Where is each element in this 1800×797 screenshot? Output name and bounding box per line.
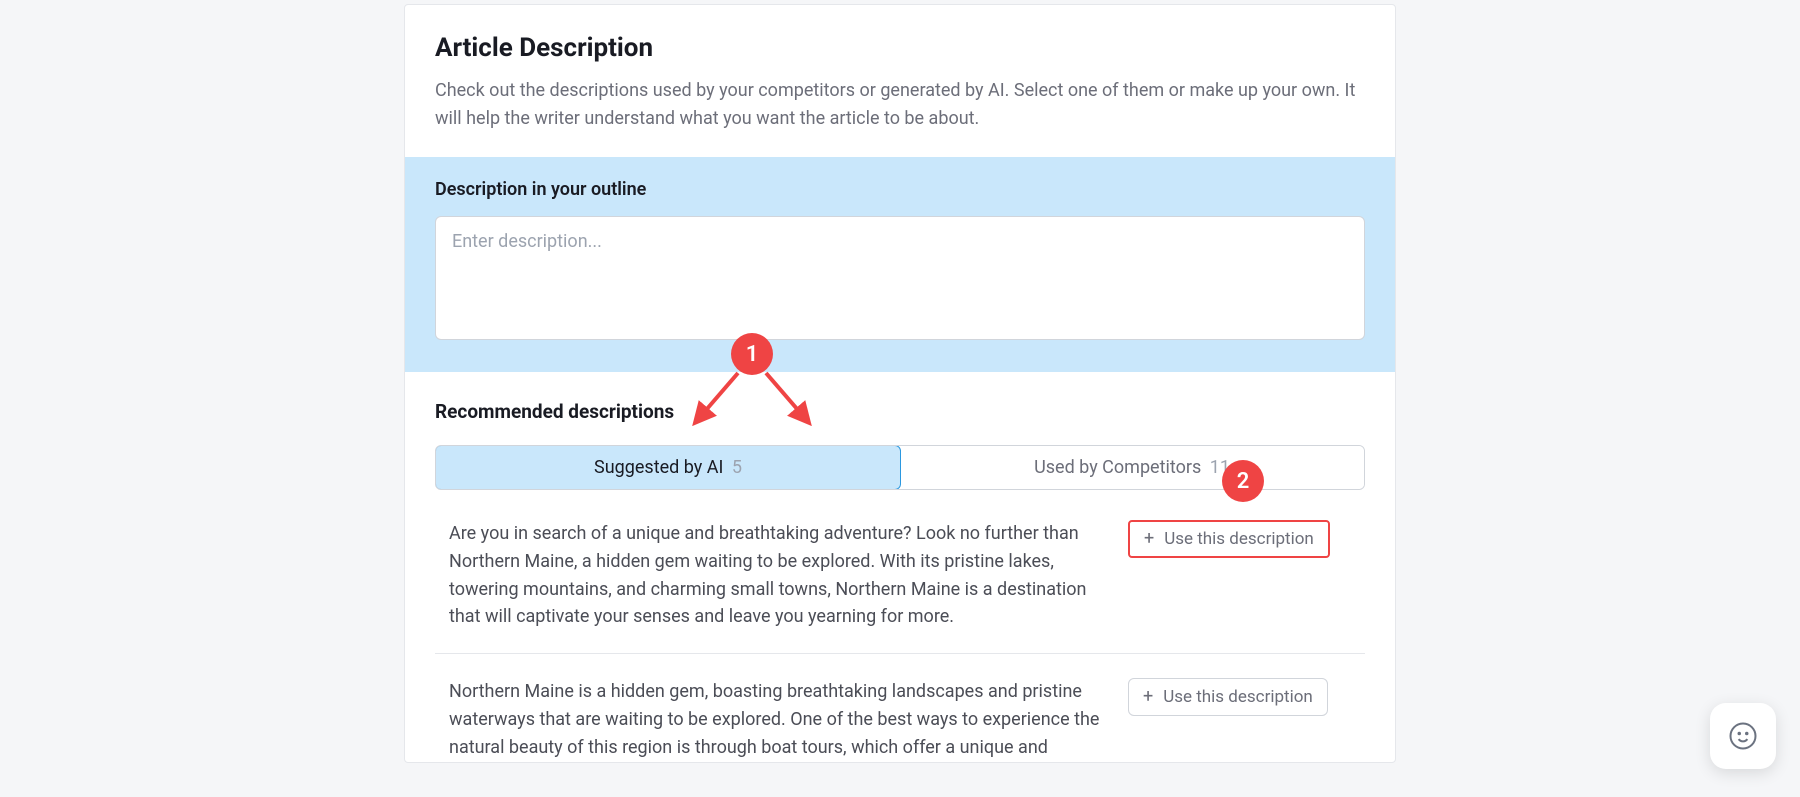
description-text: Are you in search of a unique and breath…	[449, 520, 1104, 632]
page-subtitle: Check out the descriptions used by your …	[435, 77, 1365, 133]
outline-description-section: Description in your outline	[405, 157, 1395, 372]
description-text: Northern Maine is a hidden gem, boasting…	[449, 678, 1104, 762]
page-title: Article Description	[435, 33, 1365, 63]
description-source-tabs: Suggested by AI 5 Used by Competitors 11	[435, 445, 1365, 490]
outline-label: Description in your outline	[435, 179, 1365, 200]
smiley-icon	[1728, 721, 1758, 751]
tab-label: Suggested by AI	[594, 457, 723, 478]
tab-count: 5	[732, 457, 742, 478]
tab-used-by-competitors[interactable]: Used by Competitors 11	[900, 446, 1364, 489]
description-row: Are you in search of a unique and breath…	[435, 520, 1365, 655]
plus-icon: +	[1143, 688, 1153, 706]
tab-suggested-by-ai[interactable]: Suggested by AI 5	[435, 445, 901, 490]
card-header: Article Description Check out the descri…	[405, 5, 1395, 157]
description-row: Northern Maine is a hidden gem, boasting…	[435, 678, 1365, 762]
tab-count: 11	[1210, 457, 1230, 478]
recommended-heading: Recommended descriptions	[435, 400, 1365, 423]
article-description-card: Article Description Check out the descri…	[404, 4, 1396, 763]
feedback-button[interactable]	[1710, 703, 1776, 769]
tab-label: Used by Competitors	[1034, 457, 1201, 478]
plus-icon: +	[1144, 530, 1154, 548]
use-button-label: Use this description	[1164, 529, 1314, 549]
use-this-description-button[interactable]: + Use this description	[1128, 678, 1328, 716]
use-button-label: Use this description	[1163, 687, 1313, 707]
recommended-section: Recommended descriptions Suggested by AI…	[405, 372, 1395, 762]
use-this-description-button[interactable]: + Use this description	[1128, 520, 1330, 558]
description-input[interactable]	[435, 216, 1365, 340]
